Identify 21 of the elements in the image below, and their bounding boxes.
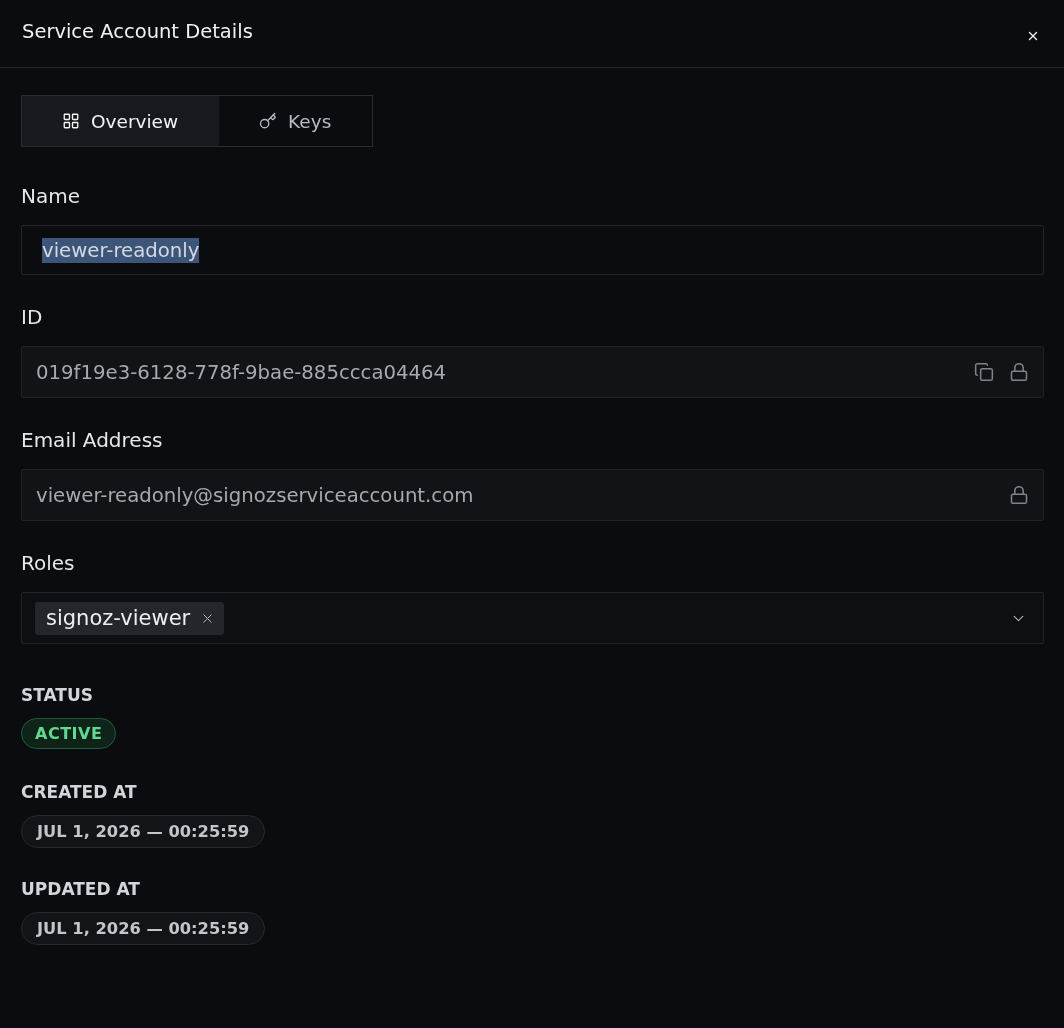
field-label: ID [21,305,43,329]
grid-icon [62,112,80,130]
field-value: viewer-readonly [42,237,200,263]
field-value: 019f19e3-6128-778f-9bae-885ccca04464 [36,359,447,385]
timestamp-value: JUL 1, 2026 — 00:25:59 [21,912,266,945]
status-label: STATUS [21,685,93,705]
roles-select[interactable]: signoz-viewer [21,592,1044,644]
timestamp-label: UPDATED AT [21,879,140,899]
dialog-title: Service Account Details [22,18,253,45]
status-badge: ACTIVE [21,718,117,749]
timestamp-value: JUL 1, 2026 — 00:25:59 [21,815,266,848]
input-field[interactable]: viewer-readonly [21,225,1044,275]
role-tag-label: signoz-viewer [46,606,191,630]
tab[interactable]: Overview [22,96,220,146]
field-label: Name [21,184,80,208]
field-label: Roles [21,551,75,575]
key-icon [259,112,278,130]
field-label: Email Address [21,428,163,452]
tab[interactable]: Keys [219,96,373,146]
timestamp-label: CREATED AT [21,782,137,802]
field-value: viewer-readonly@signozserviceaccount.com [36,482,474,508]
